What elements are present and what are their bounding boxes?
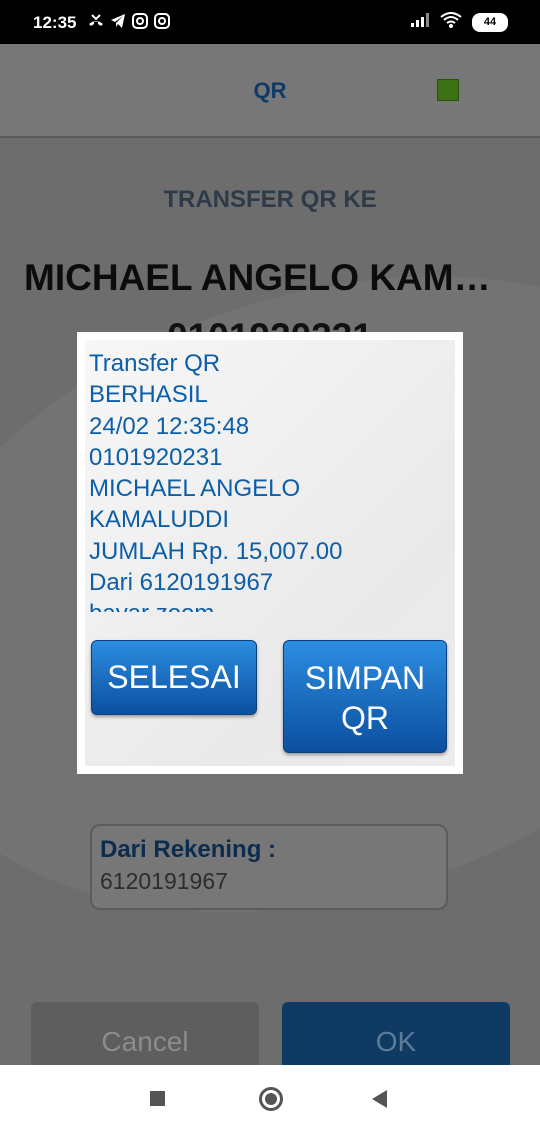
app-bar: QR (0, 44, 540, 138)
save-qr-button[interactable]: SIMPAN QR (283, 640, 447, 753)
instagram-icon (154, 13, 170, 29)
notification-icons (88, 13, 170, 29)
page-title: QR (253, 78, 287, 103)
instagram-icon (132, 13, 148, 29)
message-line: BERHASIL (89, 381, 208, 409)
system-icons: 44 (410, 12, 508, 33)
home-icon[interactable] (259, 1087, 283, 1111)
status-bar: 12:35 44 (0, 0, 540, 44)
success-dialog: Transfer QR BERHASIL 24/02 12:35:48 0101… (77, 332, 463, 774)
message-line: KAMALUDDI (89, 506, 230, 534)
from-account-label: Dari Rekening : (100, 836, 277, 863)
wifi-icon (440, 12, 462, 33)
recipient-name: MICHAEL ANGELO KAMALU... (24, 257, 540, 298)
signal-icon (410, 12, 430, 33)
dialog-message[interactable]: Transfer QR BERHASIL 24/02 12:35:48 0101… (89, 348, 449, 612)
battery-icon: 44 (472, 13, 508, 32)
ok-button[interactable]: OK (282, 1002, 510, 1065)
save-qr-label-line1: SIMPAN (304, 660, 426, 696)
back-icon[interactable] (372, 1090, 387, 1108)
done-button[interactable]: SELESAI (91, 640, 257, 715)
missed-call-icon (88, 13, 104, 29)
navigation-bar (0, 1065, 540, 1130)
message-line: JUMLAH Rp. 15,007.00 (89, 537, 343, 565)
from-account-value: 6120191967 (100, 868, 228, 894)
message-line: Transfer QR (89, 350, 221, 377)
message-line: 24/02 12:35:48 (89, 412, 250, 440)
status-indicator (437, 79, 459, 101)
cancel-button[interactable]: Cancel (31, 1002, 259, 1065)
from-account-field: Dari Rekening : 6120191967 (90, 824, 448, 910)
telegram-icon (110, 13, 126, 29)
save-qr-label-line2: QR (341, 700, 389, 736)
message-line: 0101920231 (89, 443, 223, 471)
transfer-label: TRANSFER QR KE (163, 186, 377, 213)
message-line: Dari 6120191967 (89, 569, 274, 597)
recents-icon[interactable] (150, 1091, 165, 1106)
dialog-body: Transfer QR BERHASIL 24/02 12:35:48 0101… (85, 340, 455, 766)
message-line: MICHAEL ANGELO (89, 475, 301, 503)
status-time: 12:35 (33, 13, 77, 32)
message-line: bayar zoom (89, 598, 449, 612)
